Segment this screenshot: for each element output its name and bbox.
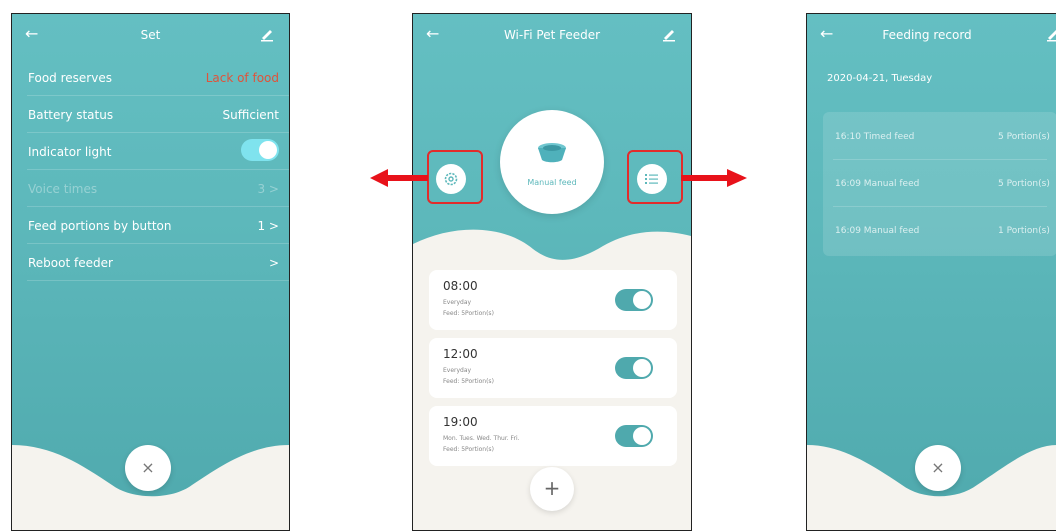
schedule-toggle[interactable] — [615, 289, 653, 311]
row-indicator-light: Indicator light — [27, 133, 289, 170]
feeder-header: ← Wi-Fi Pet Feeder — [413, 14, 691, 58]
schedule-feed: Feed: 5Portion(s) — [443, 378, 494, 385]
toggle-knob — [633, 359, 651, 377]
battery-status-value: Sufficient — [222, 108, 279, 122]
row-voice-times[interactable]: Voice times 3 > — [27, 170, 289, 207]
add-schedule-button[interactable]: + — [530, 467, 574, 511]
schedule-time: 12:00 — [443, 347, 478, 361]
record-row: 16:09 Manual feed 5 Portion(s) — [833, 159, 1056, 206]
row-battery-status: Battery status Sufficient — [27, 96, 289, 133]
close-button[interactable]: × — [915, 445, 961, 491]
manual-feed-button[interactable]: Manual feed — [500, 110, 604, 214]
indicator-light-label: Indicator light — [28, 145, 112, 159]
record-header: ← Feeding record — [807, 14, 1056, 58]
schedule-card[interactable]: 08:00 Everyday Feed: 5Portion(s) — [429, 270, 677, 330]
close-button[interactable]: × — [125, 445, 171, 491]
indicator-light-toggle[interactable] — [241, 139, 279, 161]
record-event: 16:09 Manual feed — [835, 226, 920, 236]
settings-screen: ← Set Food reserves Lack of food Battery… — [11, 13, 290, 531]
feeding-record-screen: ← Feeding record 2020-04-21, Tuesday 16:… — [806, 13, 1056, 531]
schedule-card[interactable]: 19:00 Mon. Tues. Wed. Thur. Fri. Feed: 5… — [429, 406, 677, 466]
record-portions: 1 Portion(s) — [998, 226, 1050, 236]
feed-portions-label: Feed portions by button — [28, 219, 172, 233]
schedule-repeat: Everyday — [443, 367, 472, 374]
right-arrow-icon — [681, 169, 747, 187]
record-portions: 5 Portion(s) — [998, 132, 1050, 142]
record-row: 16:09 Manual feed 1 Portion(s) — [833, 206, 1056, 253]
row-feed-portions[interactable]: Feed portions by button 1 > — [27, 207, 289, 244]
row-reboot-feeder[interactable]: Reboot feeder > — [27, 244, 289, 281]
schedule-toggle[interactable] — [615, 357, 653, 379]
settings-highlight-box — [427, 150, 483, 204]
edit-pencil-icon[interactable] — [661, 26, 677, 42]
schedule-repeat: Everyday — [443, 299, 472, 306]
voice-times-value: 3 > — [257, 182, 279, 196]
record-event: 16:10 Timed feed — [835, 132, 915, 142]
schedule-repeat: Mon. Tues. Wed. Thur. Fri. — [443, 435, 520, 442]
reboot-feeder-chevron: > — [268, 256, 279, 270]
reboot-feeder-label: Reboot feeder — [28, 256, 113, 270]
schedule-feed: Feed: 5Portion(s) — [443, 446, 494, 453]
record-highlight-box — [627, 150, 683, 204]
food-reserves-label: Food reserves — [28, 71, 112, 85]
feeder-title: Wi-Fi Pet Feeder — [503, 28, 601, 42]
left-arrow-icon — [370, 169, 428, 187]
record-date: 2020-04-21, Tuesday — [827, 73, 933, 84]
settings-header: ← Set — [12, 14, 289, 58]
bowl-icon — [538, 143, 566, 163]
schedule-toggle[interactable] — [615, 425, 653, 447]
voice-times-label: Voice times — [28, 182, 98, 196]
battery-status-label: Battery status — [28, 108, 114, 122]
record-event: 16:09 Manual feed — [835, 179, 920, 189]
record-title: Feeding record — [882, 28, 972, 42]
schedule-time: 19:00 — [443, 415, 478, 429]
schedule-feed: Feed: 5Portion(s) — [443, 310, 494, 317]
settings-title: Set — [140, 28, 161, 42]
feeder-screen: ← Wi-Fi Pet Feeder Manual feed 08:00 Eve… — [412, 13, 692, 531]
record-list: 16:10 Timed feed 5 Portion(s) 16:09 Manu… — [823, 112, 1056, 256]
edit-pencil-icon[interactable] — [1045, 26, 1056, 42]
record-portions: 5 Portion(s) — [998, 179, 1050, 189]
food-reserves-value: Lack of food — [205, 71, 279, 85]
toggle-knob — [633, 427, 651, 445]
toggle-knob — [633, 291, 651, 309]
record-row: 16:10 Timed feed 5 Portion(s) — [833, 112, 1056, 159]
edit-pencil-icon[interactable] — [259, 26, 275, 42]
toggle-knob — [259, 141, 277, 159]
manual-feed-label: Manual feed — [527, 178, 577, 187]
schedule-card[interactable]: 12:00 Everyday Feed: 5Portion(s) — [429, 338, 677, 398]
feed-portions-value: 1 > — [257, 219, 279, 233]
schedule-time: 08:00 — [443, 279, 478, 293]
row-food-reserves: Food reserves Lack of food — [27, 59, 289, 96]
